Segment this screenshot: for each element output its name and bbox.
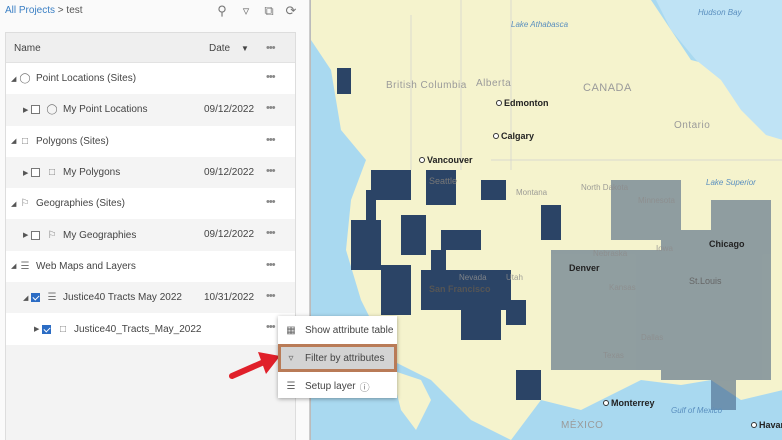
filter-icon[interactable]: ▿: [238, 3, 254, 19]
list-item[interactable]: ◢ ☰ Justice40 Tracts May 2022 10/31/2022 ••…: [6, 282, 295, 314]
breadcrumb-current: test: [66, 5, 83, 16]
collapse-icon[interactable]: ◢: [11, 75, 19, 83]
expand-icon[interactable]: ▶: [23, 169, 31, 177]
checkbox[interactable]: [31, 105, 40, 115]
menu-show-attribute-table[interactable]: ▦ Show attribute table: [278, 316, 397, 344]
red-arrow-annotation: [229, 352, 280, 379]
more-icon[interactable]: •••: [266, 290, 276, 302]
layer-context-menu: ▦ Show attribute table ▿ Filter by attribu…: [278, 316, 397, 398]
collapse-icon[interactable]: ◢: [11, 200, 19, 208]
group-point-locations[interactable]: ◢ ◯ Point Locations (Sites) •••: [6, 63, 295, 95]
checkbox[interactable]: [31, 168, 40, 178]
refresh-icon[interactable]: ⟳: [283, 3, 299, 19]
label-canada: CANADA: [583, 82, 632, 94]
label-british-columbia: British Columbia: [386, 80, 467, 91]
layers-icon: ☰: [20, 260, 30, 272]
more-icon[interactable]: •••: [266, 134, 276, 146]
city-edmonton: Edmonton: [496, 98, 549, 108]
label-north-dakota: North Dakota: [581, 183, 629, 192]
city-san-francisco: San Francisco: [429, 284, 491, 294]
pin-icon: ◯: [46, 104, 58, 116]
flag-icon: ⚐: [47, 229, 57, 241]
sort-down-icon[interactable]: ▼: [241, 44, 249, 53]
label-minnesota: Minnesota: [638, 196, 675, 205]
group-geographies[interactable]: ◢ ⚐ Geographies (Sites) •••: [6, 188, 295, 220]
collapse-icon[interactable]: ◢: [23, 294, 31, 302]
expand-icon[interactable]: ▶: [23, 106, 31, 114]
city-vancouver: Vancouver: [419, 155, 473, 165]
column-date[interactable]: Date: [209, 43, 230, 54]
column-name[interactable]: Name: [14, 43, 41, 54]
more-icon[interactable]: •••: [266, 321, 276, 333]
label-alberta: Alberta: [476, 78, 512, 89]
collapse-icon[interactable]: ◢: [11, 137, 19, 145]
city-seattle: Seattle: [429, 176, 458, 186]
collapse-icon[interactable]: ◢: [11, 262, 19, 270]
breadcrumb: All Projects > test: [5, 5, 83, 16]
table-icon: ▦: [286, 324, 296, 336]
checkbox-checked[interactable]: [31, 293, 40, 303]
expand-icon[interactable]: ▶: [23, 231, 31, 239]
label-kansas: Kansas: [609, 283, 636, 292]
label-lake-superior: Lake Superior: [706, 178, 756, 187]
more-icon[interactable]: •••: [266, 227, 276, 239]
checkbox[interactable]: [31, 230, 40, 240]
list-item[interactable]: ▶ □ My Polygons 09/12/2022 •••: [6, 156, 295, 189]
label-texas: Texas: [603, 351, 624, 360]
city-calgary: Calgary: [493, 131, 534, 141]
label-nebraska: Nebraska: [593, 249, 628, 258]
label-lake-athabasca: Lake Athabasca: [511, 20, 569, 29]
flag-icon: ⚐: [20, 198, 30, 210]
label-dallas: Dallas: [641, 333, 664, 342]
label-hudson-bay: Hudson Bay: [698, 8, 742, 17]
polygon-icon: □: [59, 323, 67, 335]
label-utah: Utah: [506, 273, 523, 282]
label-mexico: MÉXICO: [561, 420, 604, 431]
more-icon[interactable]: •••: [266, 165, 276, 177]
checkbox-checked[interactable]: [42, 324, 51, 334]
more-icon[interactable]: •••: [266, 102, 276, 114]
table-header: Name Date ▼ •••: [6, 33, 295, 63]
group-polygons[interactable]: ◢ □ Polygons (Sites) •••: [6, 125, 295, 157]
city-havana: Havana: [751, 420, 782, 430]
list-item[interactable]: ▶ □ Justice40_Tracts_May_2022 •••: [6, 313, 295, 345]
search-icon[interactable]: ⚲: [214, 3, 230, 19]
label-montana: Montana: [516, 188, 548, 197]
layers-icon: ☰: [47, 292, 57, 304]
list-item[interactable]: ▶ ⚐ My Geographies 09/12/2022 •••: [6, 219, 295, 251]
info-icon[interactable]: ⓘ: [360, 379, 370, 394]
expand-icon[interactable]: ▶: [34, 325, 42, 333]
polygon-icon: □: [21, 135, 29, 147]
polygon-icon: □: [48, 167, 56, 179]
city-denver: Denver: [569, 263, 600, 273]
group-web-maps[interactable]: ◢ ☰ Web Maps and Layers •••: [6, 250, 295, 283]
label-ontario: Ontario: [674, 120, 711, 131]
label-iowa: Iowa: [656, 244, 673, 253]
label-nevada: Nevada: [459, 273, 487, 282]
hamburger-icon: ☰: [286, 380, 296, 392]
pin-icon: ◯: [19, 73, 31, 85]
menu-filter-by-attributes[interactable]: ▿ Filter by attributes: [278, 344, 397, 372]
header-more-icon[interactable]: •••: [266, 42, 276, 54]
export-icon[interactable]: ⧉: [261, 3, 277, 19]
more-icon[interactable]: •••: [266, 196, 276, 208]
more-icon[interactable]: •••: [266, 71, 276, 83]
more-icon[interactable]: •••: [266, 259, 276, 271]
filter-icon: ▿: [288, 352, 294, 364]
city-st-louis: St.Louis: [689, 276, 722, 286]
list-item[interactable]: ▶ ◯ My Point Locations 09/12/2022 •••: [6, 94, 295, 126]
menu-setup-layer[interactable]: ☰ Setup layer ⓘ: [278, 372, 397, 400]
city-chicago: Chicago: [709, 239, 745, 249]
label-gulf-of-mexico: Gulf of Mexico: [671, 406, 723, 415]
breadcrumb-all-projects[interactable]: All Projects: [5, 5, 55, 16]
city-monterrey: Monterrey: [603, 398, 655, 408]
